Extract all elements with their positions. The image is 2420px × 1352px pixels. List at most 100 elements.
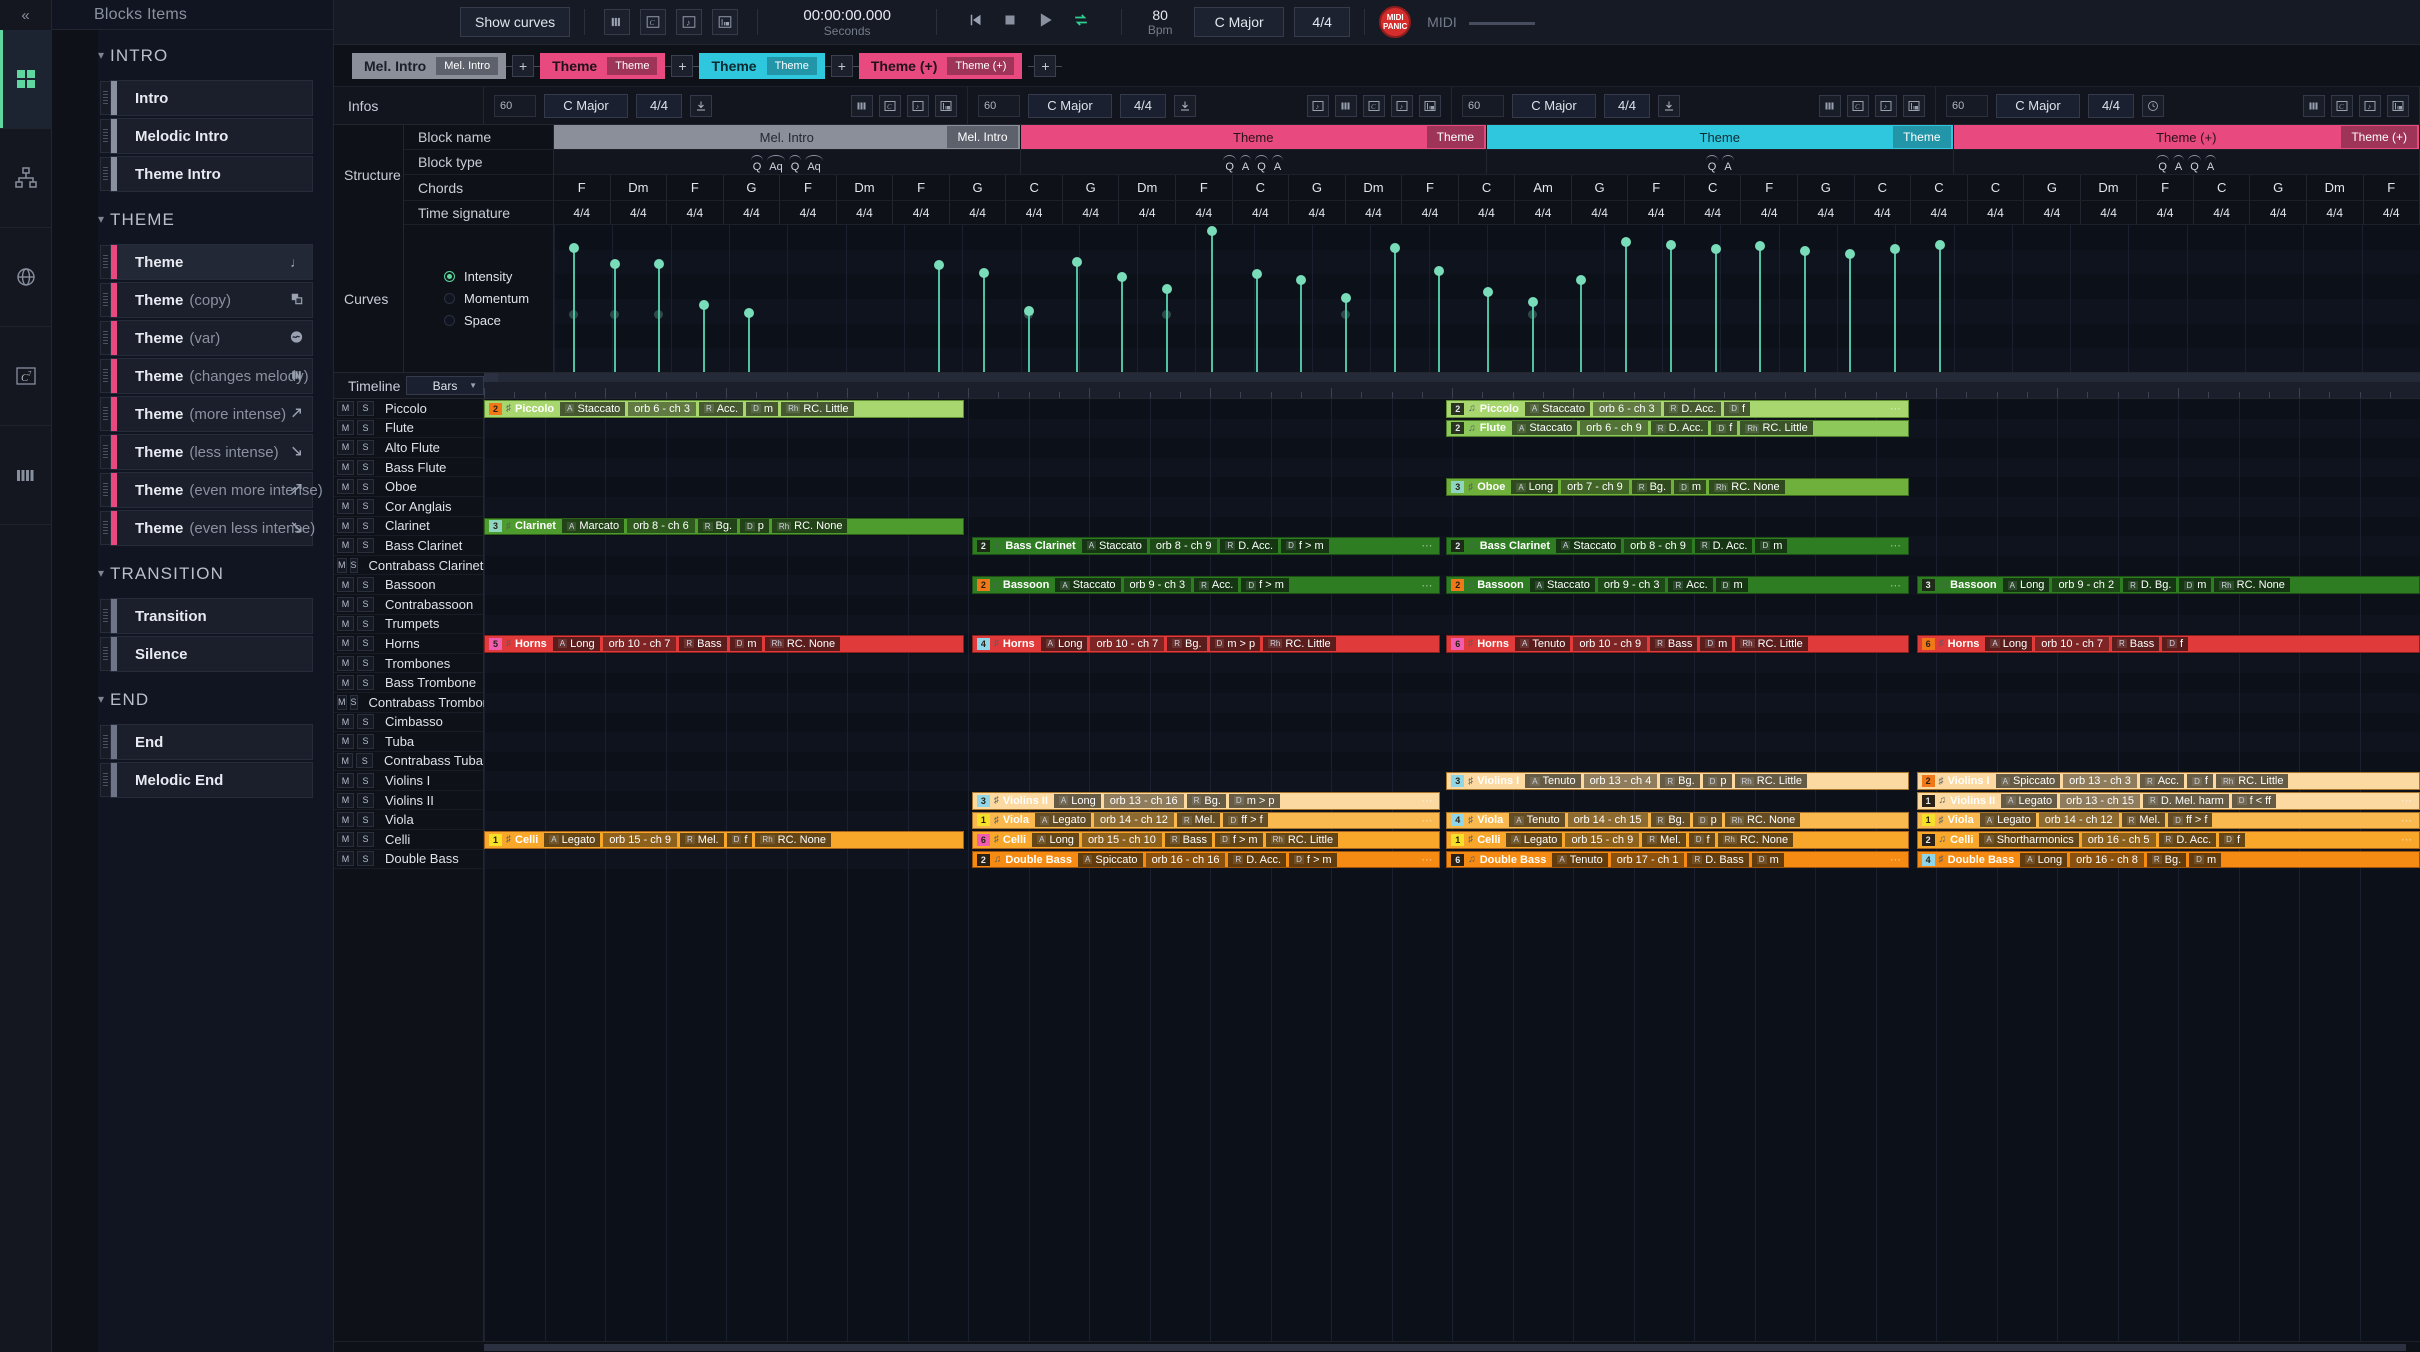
- clip-tag[interactable]: A Staccato: [1524, 401, 1590, 416]
- rail-item-settings[interactable]: [0, 228, 52, 327]
- chord-cell[interactable]: G: [2024, 175, 2081, 200]
- caret-down-icon[interactable]: ▾: [98, 566, 105, 580]
- mute-button[interactable]: M: [337, 479, 354, 495]
- curve-point[interactable]: [1527, 297, 1538, 372]
- chord-cell[interactable]: C: [1911, 175, 1968, 200]
- chord-cell[interactable]: G: [724, 175, 781, 200]
- clip-tag[interactable]: Df > m: [1289, 852, 1337, 867]
- solo-button[interactable]: S: [357, 400, 374, 416]
- clip-number[interactable]: 4: [1921, 853, 1935, 866]
- curve-point-handle[interactable]: [568, 242, 579, 253]
- curve-point-handle[interactable]: [979, 267, 990, 278]
- time-signature-cell[interactable]: 4/4: [1911, 201, 1968, 224]
- block-type-marker[interactable]: Q: [1254, 155, 1269, 173]
- drag-handle[interactable]: [100, 725, 111, 759]
- clip-orb[interactable]: orb 9 - ch 3: [1597, 578, 1666, 593]
- blocks-list[interactable]: ▾ INTRO Intro Melodic Intro Theme Intro ▾ THEM…: [52, 30, 333, 1352]
- drag-handle[interactable]: [100, 763, 111, 797]
- clip-overflow-icon[interactable]: ⋯: [2401, 814, 2415, 827]
- block-key-select[interactable]: C Major: [1996, 93, 2080, 118]
- curve-point-handle[interactable]: [1845, 248, 1855, 259]
- block-type-cell[interactable]: QAQA: [1954, 150, 2420, 174]
- chord-cell[interactable]: C: [1006, 175, 1063, 200]
- curve-point[interactable]: [744, 307, 755, 372]
- clip-tag[interactable]: A Long: [2002, 578, 2050, 593]
- curve-point-handle[interactable]: [1934, 239, 1945, 250]
- clip[interactable]: 1 ♫ Violins II A Legato orb 13 - ch 15 R D. Mel…: [1916, 792, 2420, 810]
- clip[interactable]: 2 ♫ Piccolo A Staccato orb 6 - ch 3 R D. Acc. Df…: [1446, 400, 1909, 418]
- double-arrow-down-icon[interactable]: [289, 520, 304, 537]
- solo-button[interactable]: S: [357, 459, 374, 475]
- block-key-select[interactable]: C Major: [1512, 93, 1596, 118]
- clip-tag[interactable]: Df: [726, 832, 753, 847]
- drag-handle[interactable]: [100, 637, 111, 671]
- track-header[interactable]: M S Violins I: [334, 771, 483, 791]
- clip-tag[interactable]: R D. Bg.: [2123, 578, 2177, 593]
- curve-point-handle[interactable]: [744, 307, 755, 318]
- block-bars-field[interactable]: 60: [1462, 94, 1504, 117]
- solo-button[interactable]: S: [357, 733, 374, 749]
- track-header[interactable]: M S Cimbasso: [334, 713, 483, 733]
- time-signature-cell[interactable]: 4/4: [1741, 201, 1799, 224]
- time-signature-cell[interactable]: 4/4: [950, 201, 1007, 224]
- time-signature-cell[interactable]: 4/4: [1572, 201, 1629, 224]
- curve-type-radios[interactable]: Intensity Momentum Space: [404, 225, 554, 372]
- chord-cell[interactable]: F: [1628, 175, 1685, 200]
- clip-orb[interactable]: orb 13 - ch 4: [1583, 774, 1658, 789]
- double-arrow-up-icon[interactable]: [289, 482, 304, 499]
- time-signature-cell[interactable]: 4/4: [2307, 201, 2364, 224]
- clip[interactable]: 1 ♯ Viola A Legato orb 14 - ch 12 R Mel. Dff > f…: [971, 811, 1441, 830]
- clip-number[interactable]: 6: [1921, 637, 1935, 650]
- block-item[interactable]: Transition: [100, 598, 313, 634]
- curve-point-handle[interactable]: [1800, 245, 1811, 256]
- clip-tag[interactable]: Rh RC. Little: [1265, 832, 1339, 847]
- clip-number[interactable]: 2: [1451, 539, 1465, 552]
- playhead-time[interactable]: 00:00:00.000 Seconds: [772, 7, 922, 38]
- curve-point[interactable]: [934, 260, 945, 372]
- time-signature-cell[interactable]: 4/4: [1968, 201, 2025, 224]
- solo-button[interactable]: S: [357, 792, 374, 808]
- solo-button[interactable]: S: [357, 773, 374, 789]
- block-time-signature-select[interactable]: 4/4: [636, 93, 682, 118]
- curve-point[interactable]: [1072, 257, 1083, 372]
- chord-cell[interactable]: Dm: [2081, 175, 2138, 200]
- mute-button[interactable]: M: [337, 596, 354, 612]
- track-header[interactable]: M S Contrabassoon: [334, 595, 483, 615]
- blocks-group-header[interactable]: ▾ END: [52, 674, 333, 722]
- time-signature-row[interactable]: 4/4 4/4 4/4 4/4 4/4 4/4 4/4 4/4 4/4 4/4 4/4 4/4 4/4 4…: [554, 201, 2420, 225]
- track-header[interactable]: M S Trombones: [334, 654, 483, 674]
- clip-tag[interactable]: R D. Acc.: [1650, 421, 1709, 436]
- clip[interactable]: 2 ♯ Violins I A Spiccato orb 13 - ch 3 R Acc. Df…: [1916, 772, 2420, 790]
- block-item[interactable]: Theme (even less intense): [100, 510, 315, 546]
- clip-tag[interactable]: R D. Acc.: [1220, 538, 1279, 553]
- clip[interactable]: 4 ♯ Viola A Tenuto orb 14 - ch 15 R Bg. Dp Rh RC. …: [1446, 811, 1909, 830]
- caret-down-icon[interactable]: ▾: [98, 692, 105, 706]
- block-item[interactable]: Theme (less intense): [100, 434, 313, 470]
- clip-tag[interactable]: A Staccato: [1529, 578, 1595, 593]
- clip-number[interactable]: 1: [1921, 814, 1935, 827]
- block-name-cell[interactable]: Theme (+) Theme (+): [1953, 125, 2420, 149]
- clip-tag[interactable]: A Tenuto: [1514, 636, 1571, 651]
- drag-handle[interactable]: [100, 599, 111, 633]
- block-item[interactable]: Theme (copy): [100, 282, 313, 318]
- clip-tag[interactable]: A Long: [1985, 636, 2033, 651]
- clip-tag[interactable]: Dm: [1700, 636, 1733, 651]
- mute-button[interactable]: M: [337, 655, 354, 671]
- note-icon[interactable]: ♪: [676, 9, 703, 35]
- block-type-marker[interactable]: A: [1239, 155, 1252, 173]
- note-icon[interactable]: ♪: [1307, 94, 1329, 117]
- clip[interactable]: 6 ♫ Double Bass A Tenuto orb 17 - ch 1 R D. Bas…: [1446, 850, 1909, 869]
- clip-orb[interactable]: orb 13 - ch 15: [2060, 793, 2141, 808]
- chord-cell[interactable]: Dm: [1346, 175, 1403, 200]
- clip-tag[interactable]: Rh RC. None: [2214, 578, 2290, 593]
- clip-tag[interactable]: Df < ff: [2231, 793, 2277, 808]
- curve-point[interactable]: [1621, 236, 1632, 372]
- clip-tag[interactable]: A Legato: [1979, 813, 2036, 828]
- curve-point[interactable]: [1845, 248, 1855, 372]
- track-header[interactable]: M S Contrabass Clarinet: [334, 556, 483, 576]
- block-type-marker[interactable]: Aq: [766, 155, 786, 173]
- rail-item-blocks[interactable]: [0, 30, 52, 129]
- add-block-button[interactable]: +: [1028, 54, 1063, 77]
- block-item[interactable]: Intro: [100, 80, 313, 116]
- block-type-marker[interactable]: Q: [2187, 155, 2202, 173]
